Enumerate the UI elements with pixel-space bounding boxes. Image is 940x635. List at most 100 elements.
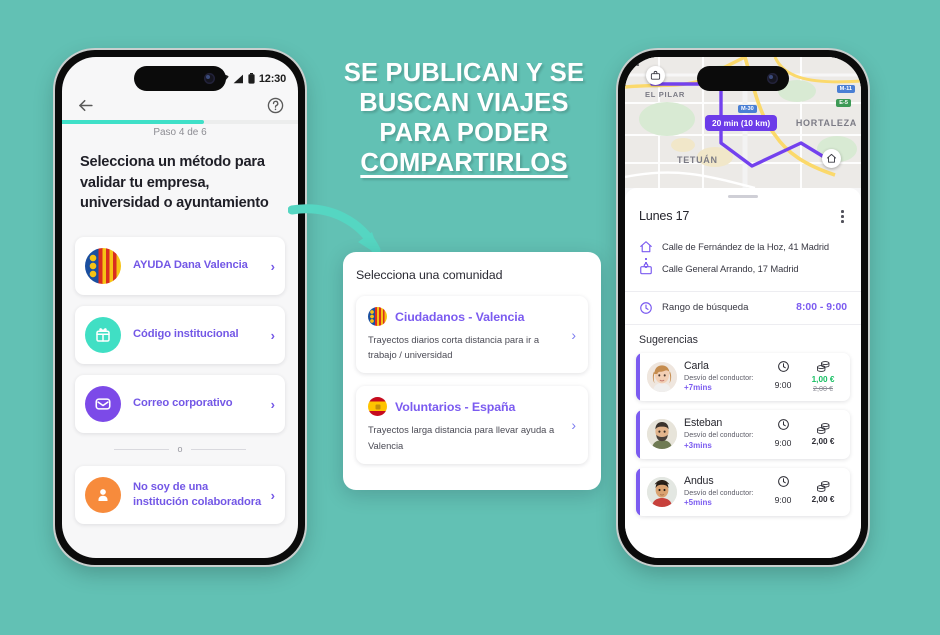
valencia-flag-icon <box>368 307 387 326</box>
driver-name: Carla <box>684 359 709 372</box>
trip-addresses: Calle de Fernández de la Hoz, 41 Madrid … <box>625 234 861 291</box>
deviation-label: Desvío del conductor: <box>684 430 754 440</box>
divider-line-right <box>190 448 246 450</box>
onboarding-progress-bar <box>62 120 298 124</box>
suggestion-row-andus[interactable]: Andus Desvío del conductor: +5mins 9:00 … <box>636 467 850 516</box>
left-phone-topbar <box>62 91 298 119</box>
divider-label: o <box>177 444 183 454</box>
status-time: 12:30 <box>258 72 286 85</box>
trip-date-row: Lunes 17 <box>625 198 861 234</box>
envelope-icon <box>85 386 121 422</box>
option-ayuda-dana-valencia[interactable]: AYUDA Dana Valencia › <box>75 237 285 295</box>
destination-row[interactable]: Calle General Arrando, 17 Madrid <box>639 258 847 280</box>
briefcase-pin-icon[interactable] <box>646 66 665 85</box>
clock-icon <box>777 361 789 373</box>
battery-icon <box>248 73 255 84</box>
driver-name: Andus <box>684 474 714 487</box>
back-arrow-icon[interactable] <box>625 57 641 73</box>
headline-line-1: SE PUBLICAN Y SE <box>343 59 585 87</box>
dynamic-island <box>134 66 226 91</box>
option-correo-corporativo[interactable]: Correo corporativo › <box>75 375 285 433</box>
right-phone-mockup: EL PILAR TETUÁN HORTALEZA M-30 M-11 E-5 … <box>618 50 868 565</box>
option-label: Correo corporativo <box>133 397 233 410</box>
route-dots-connector <box>645 256 647 268</box>
departure-time: 9:00 <box>768 360 798 393</box>
price-block: 2,00 € <box>805 422 841 446</box>
price-block: 2,00 € <box>805 480 841 504</box>
trip-date: Lunes 17 <box>639 209 690 224</box>
avatar <box>647 476 677 507</box>
option-no-soy-institucion-colaboradora[interactable]: No soy de una institución colaboradora › <box>75 466 285 524</box>
front-camera-icon <box>767 73 778 84</box>
left-phone-mockup: 12:30 Paso 4 de 6 Selecciona un método p… <box>55 50 305 565</box>
community-option-voluntarios-espana[interactable]: Voluntarios - España Trayectos larga dis… <box>356 386 588 464</box>
divider-line-left <box>114 448 170 450</box>
help-circle-icon[interactable] <box>267 97 284 114</box>
search-range-row[interactable]: Rango de búsqueda 8:00 - 9:00 <box>625 292 861 324</box>
deviation-value: +5mins <box>684 498 712 508</box>
price-value: 2,00 € <box>811 437 835 447</box>
avatar <box>647 419 677 450</box>
suggestion-content: Esteban Desvío del conductor: +3mins 9:0… <box>640 410 850 458</box>
map-label-el-pilar: EL PILAR <box>645 90 686 99</box>
suggestion-content: Carla Desvío del conductor: +7mins 9:00 … <box>640 353 850 401</box>
clock-icon <box>777 418 789 430</box>
or-divider: o <box>75 444 285 454</box>
community-description: Trayectos larga distancia para llevar ay… <box>368 424 555 451</box>
price-value: 1,00 € <box>811 375 835 385</box>
departure-time: 9:00 <box>768 475 798 508</box>
coins-icon <box>816 480 829 492</box>
avatar <box>647 361 677 392</box>
origin-row[interactable]: Calle de Fernández de la Hoz, 41 Madrid <box>639 236 847 258</box>
search-range-value: 8:00 - 9:00 <box>796 302 847 314</box>
chevron-right-icon: › <box>571 417 576 434</box>
avatar-esteban-image <box>647 419 677 450</box>
signal-icon <box>233 74 243 83</box>
suggestion-row-carla[interactable]: Carla Desvío del conductor: +7mins 9:00 … <box>636 352 850 402</box>
origin-address: Calle de Fernández de la Hoz, 41 Madrid <box>662 241 830 253</box>
time-value: 9:00 <box>774 437 792 448</box>
kebab-menu-icon[interactable] <box>838 207 847 226</box>
suggestion-info: Andus Desvío del conductor: +5mins <box>684 475 761 509</box>
destination-address: Calle General Arrando, 17 Madrid <box>662 263 799 275</box>
community-name: Ciudadanos - Valencia <box>395 309 525 324</box>
community-name: Voluntarios - España <box>395 399 516 414</box>
deviation-value: +3mins <box>684 440 712 450</box>
chevron-right-icon: › <box>270 487 275 503</box>
community-selection-overlay: Selecciona una comunidad Ciudadanos - Va… <box>343 252 601 490</box>
option-codigo-institucional[interactable]: Código institucional › <box>75 306 285 364</box>
option-label: AYUDA Dana Valencia <box>133 259 248 272</box>
suggestion-row-esteban[interactable]: Esteban Desvío del conductor: +3mins 9:0… <box>636 410 850 459</box>
community-head: Voluntarios - España <box>368 397 563 417</box>
right-phone-screen: EL PILAR TETUÁN HORTALEZA M-30 M-11 E-5 … <box>625 57 861 558</box>
chevron-right-icon: › <box>270 396 275 412</box>
page-title: Selecciona un método para validar tu emp… <box>80 154 269 212</box>
map-label-tetuan: TETUÁN <box>677 155 718 165</box>
back-arrow-icon[interactable] <box>76 96 95 115</box>
step-label: Paso 4 de 6 <box>153 127 207 138</box>
chevron-right-icon: › <box>270 258 275 274</box>
headline-line-4: COMPARTIRLOS <box>360 149 568 178</box>
home-pin-icon[interactable] <box>822 149 841 168</box>
suggestion-content: Andus Desvío del conductor: +5mins 9:00 … <box>640 468 850 516</box>
clock-icon <box>777 476 789 488</box>
community-body: Ciudadanos - Valencia Trayectos diarios … <box>368 307 563 362</box>
avatar-andus-image <box>647 476 677 507</box>
route-duration-pill: 20 min (10 km) <box>705 115 778 131</box>
community-option-ciudadanos-valencia[interactable]: Ciudadanos - Valencia Trayectos diarios … <box>356 296 588 374</box>
original-price: 2,00 € <box>813 384 833 394</box>
search-range-label: Rango de búsqueda <box>662 302 749 314</box>
departure-time: 9:00 <box>768 418 798 451</box>
left-phone-screen: 12:30 Paso 4 de 6 Selecciona un método p… <box>62 57 298 558</box>
home-icon <box>640 240 652 252</box>
coins-icon <box>816 361 829 373</box>
deviation-label: Desvío del conductor: <box>684 372 754 382</box>
progress-fill <box>62 120 204 124</box>
promo-headline: SE PUBLICAN Y SE BUSCAN VIAJES PARA PODE… <box>318 58 610 178</box>
valencia-flag-icon <box>85 248 121 284</box>
validation-method-list: AYUDA Dana Valencia › Código institucion… <box>75 237 285 535</box>
trip-details-sheet: Lunes 17 Calle de Fernández de la Hoz, 4… <box>625 188 861 558</box>
road-badge-m30: M-30 <box>738 105 757 113</box>
deviation-label: Desvío del conductor: <box>684 487 754 497</box>
avatar-carla-image <box>647 361 677 392</box>
